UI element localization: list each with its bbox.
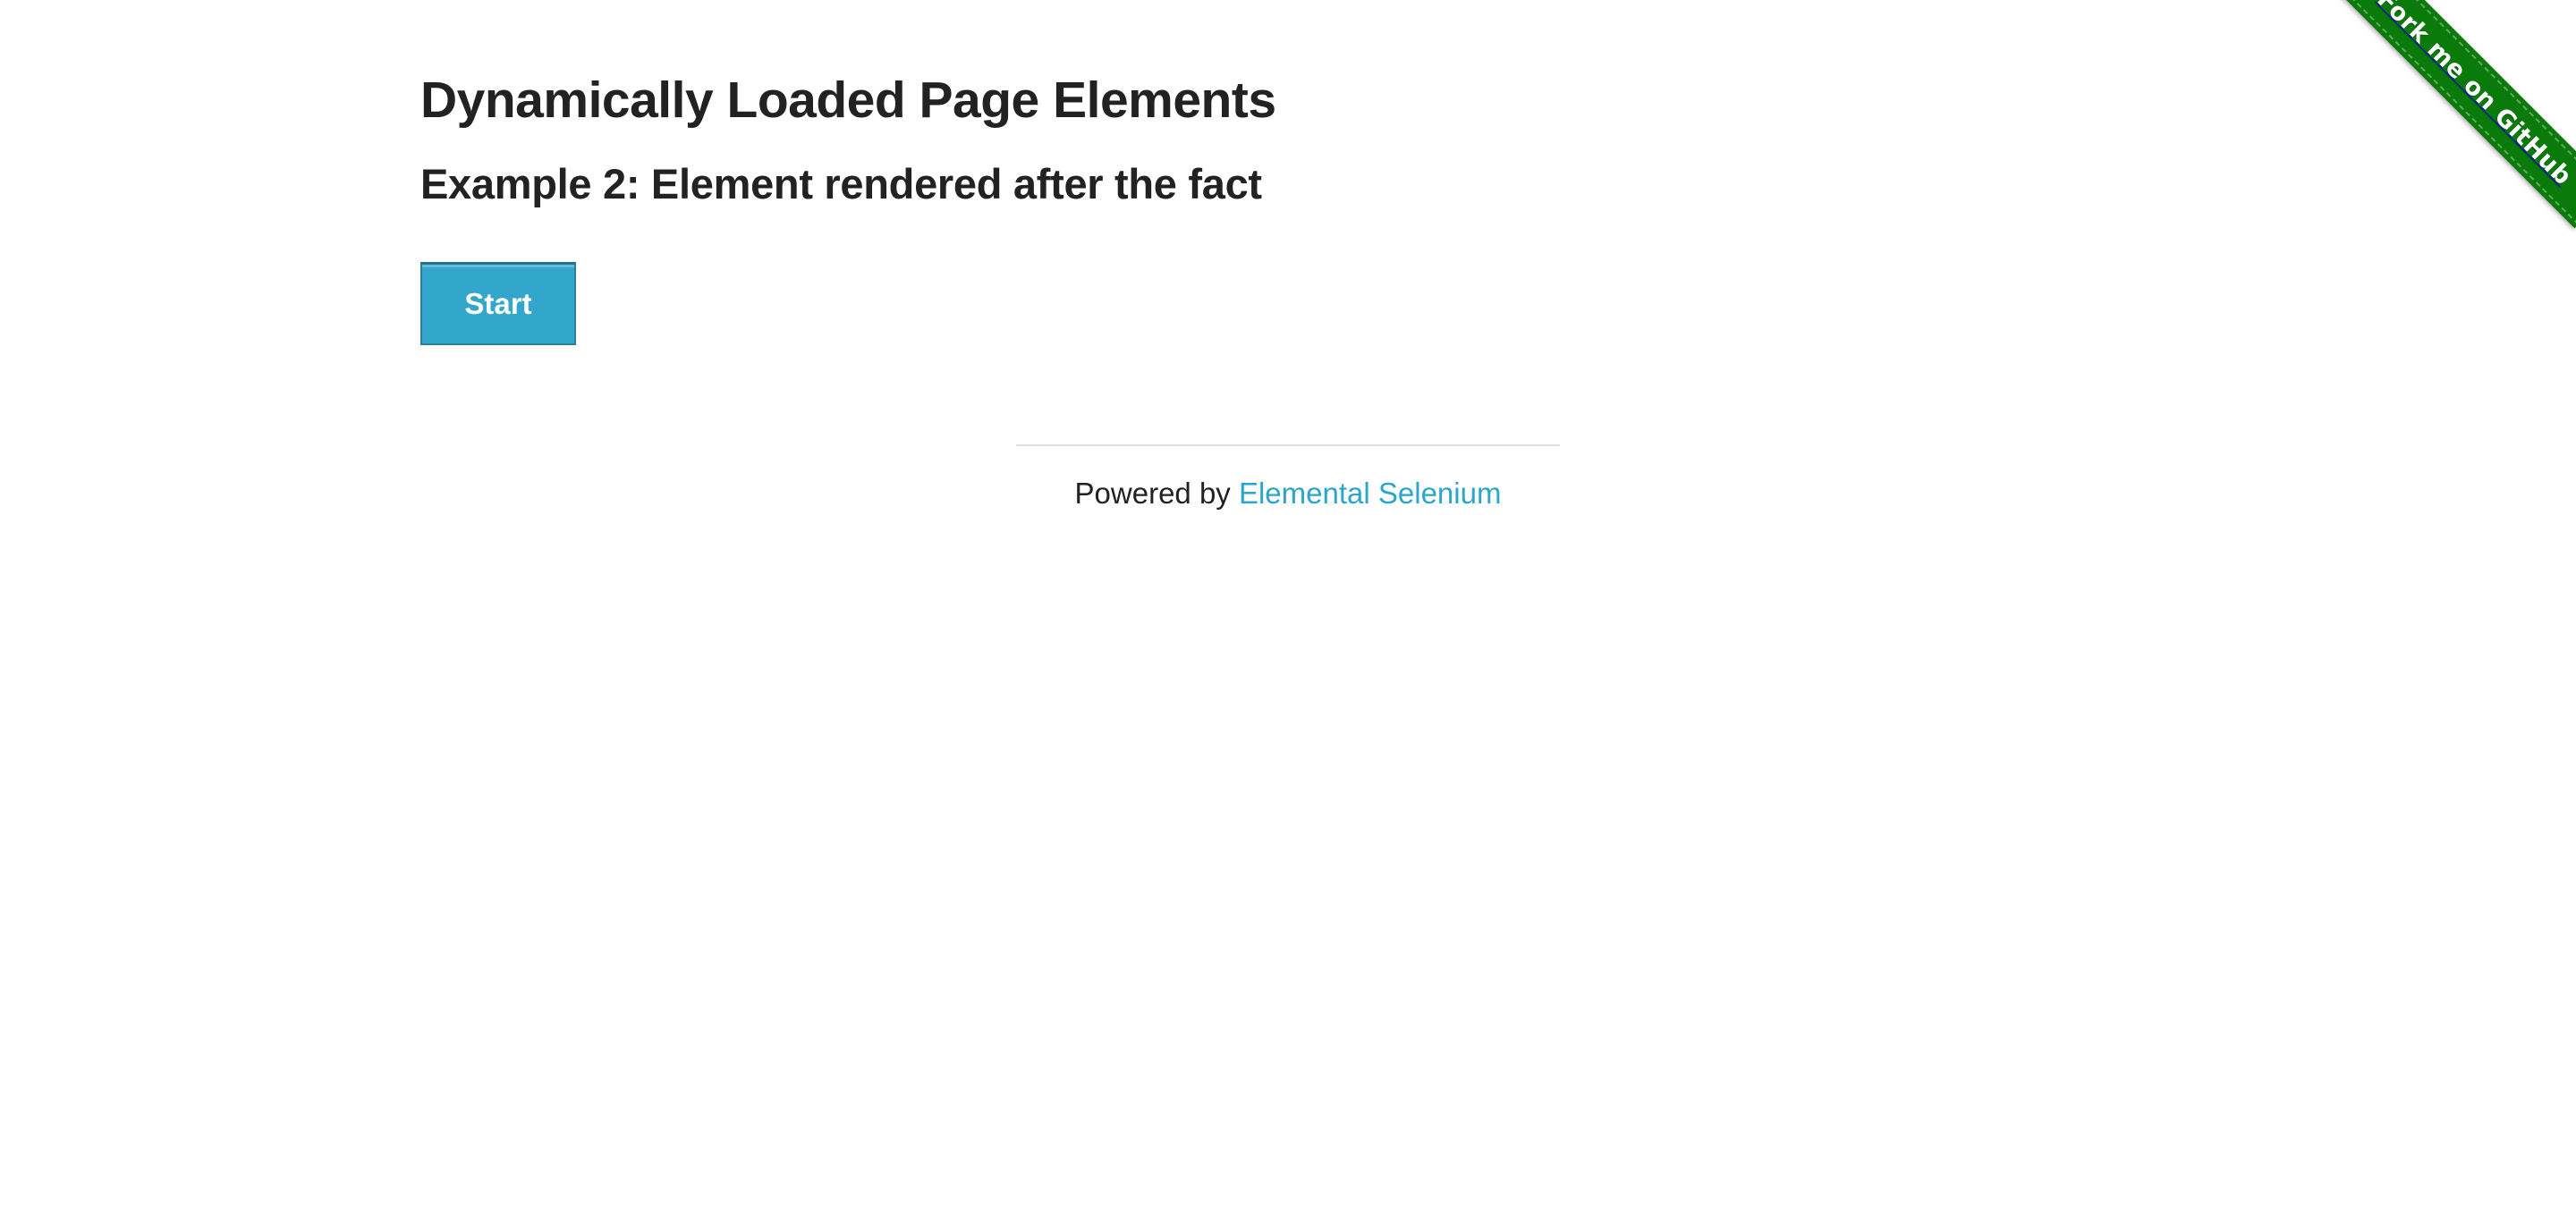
github-ribbon-container: Fork me on GitHub <box>2308 0 2576 268</box>
page-footer: Powered by Elemental Selenium <box>1016 472 1560 515</box>
fork-me-on-github-ribbon[interactable]: Fork me on GitHub <box>2334 0 2576 229</box>
example-subtitle: Example 2: Element rendered after the fa… <box>420 160 1262 207</box>
page-title: Dynamically Loaded Page Elements <box>420 72 1276 129</box>
ribbon-label: Fork me on GitHub <box>2371 0 2576 191</box>
footer-divider <box>1016 444 1560 446</box>
start-button[interactable]: Start <box>420 262 576 345</box>
elemental-selenium-link[interactable]: Elemental Selenium <box>1239 477 1502 510</box>
ribbon-stitching <box>2337 0 2576 225</box>
footer-prefix: Powered by <box>1074 477 1239 510</box>
page: Dynamically Loaded Page Elements Example… <box>0 0 2576 1225</box>
